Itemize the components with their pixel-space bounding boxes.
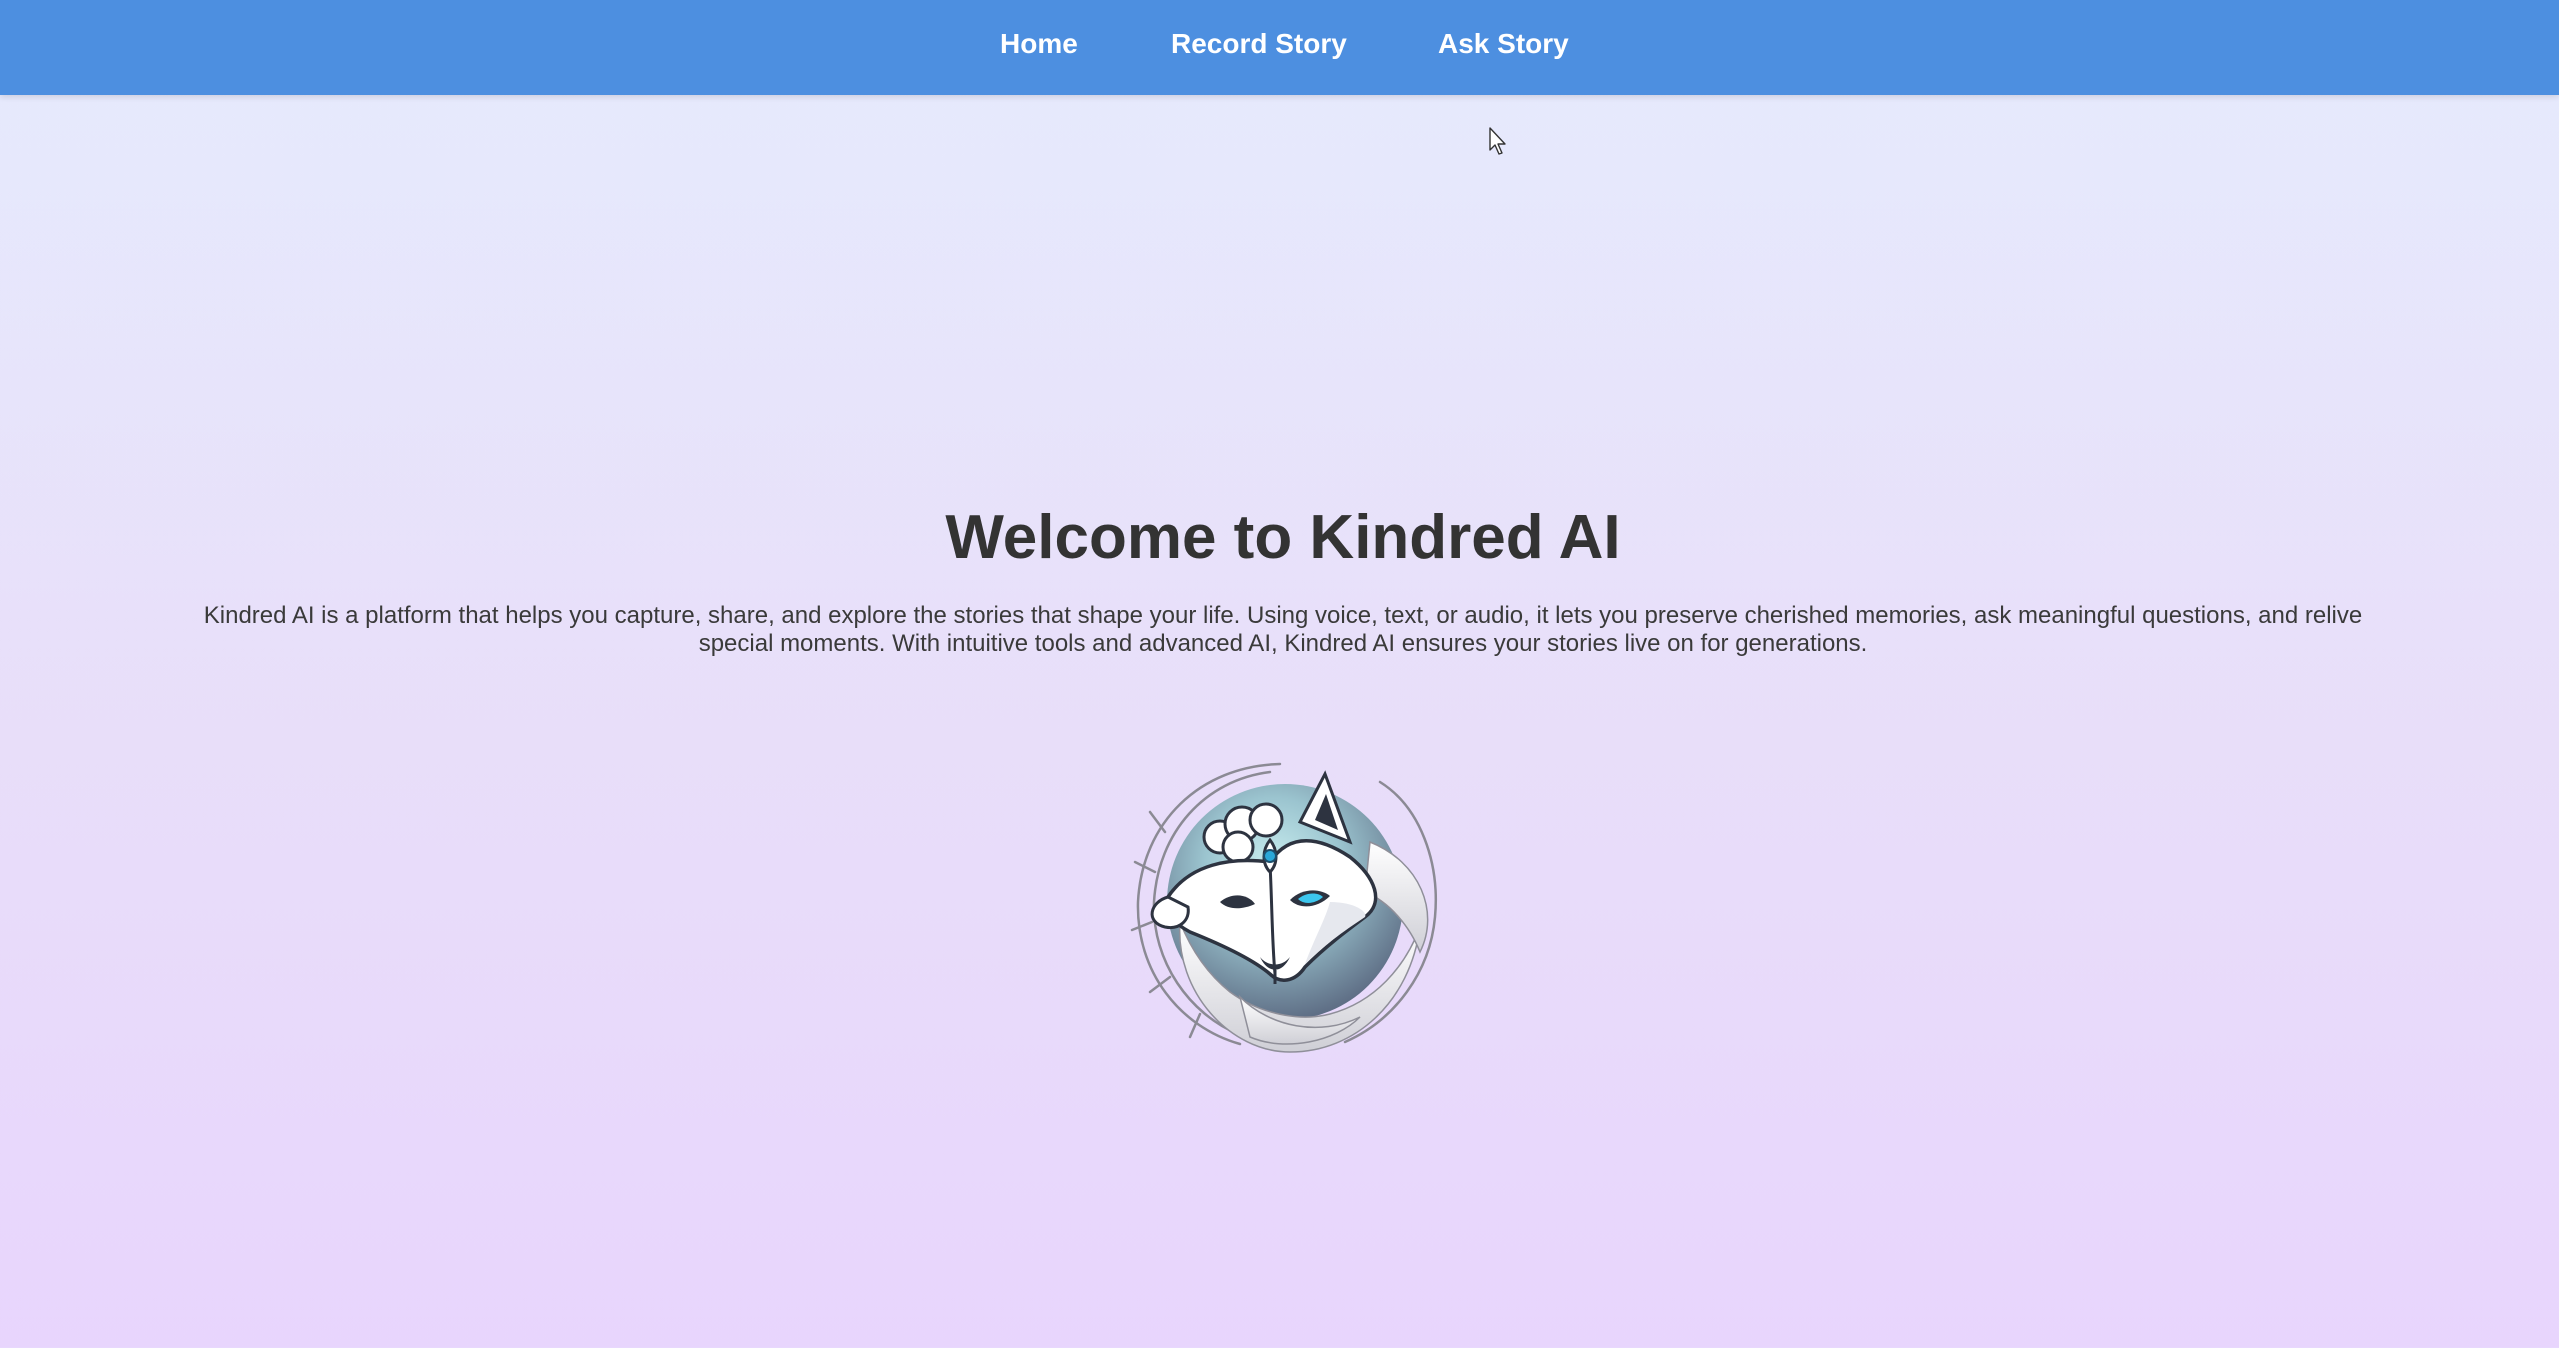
- logo: [1120, 752, 1450, 1062]
- mouse-cursor-icon: [1489, 127, 1506, 155]
- nav-record-story-link[interactable]: Record Story: [1171, 26, 1347, 62]
- wolf-lamb-logo-icon: [1130, 762, 1437, 1053]
- page-title: Welcome to Kindred AI: [945, 503, 1621, 572]
- intro-description: Kindred AI is a platform that helps you …: [203, 602, 2363, 657]
- top-navbar: Home Record Story Ask Story: [0, 0, 2559, 95]
- nav-home-link[interactable]: Home: [1000, 26, 1078, 62]
- nav-ask-story-link[interactable]: Ask Story: [1438, 26, 1569, 62]
